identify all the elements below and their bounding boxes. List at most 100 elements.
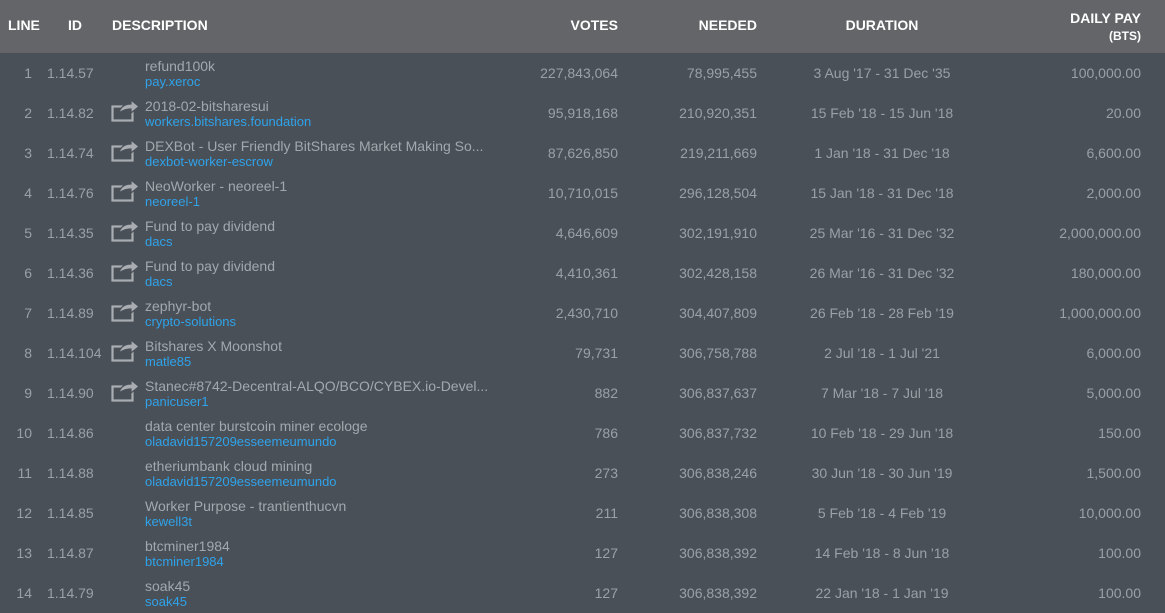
share-icon[interactable] [111, 298, 141, 322]
table-row[interactable]: 9 1.14.90 Stanec#8742-Decentral-ALQO/BCO… [0, 373, 1165, 413]
share-icon[interactable] [111, 378, 141, 402]
row-worker-id: 1.14.79 [47, 585, 94, 601]
row-worker-account-link[interactable]: workers.bitshares.foundation [145, 114, 311, 129]
row-daily-pay: 5,000.00 [1086, 385, 1142, 401]
share-icon[interactable] [111, 258, 141, 282]
row-worker-id: 1.14.86 [47, 425, 94, 441]
row-line-number: 5 [24, 225, 32, 241]
table-row[interactable]: 2 1.14.82 2018-02-bitsharesui workers.bi… [0, 93, 1165, 133]
row-votes: 10,710,015 [547, 185, 618, 201]
row-needed: 306,838,392 [679, 545, 757, 561]
row-worker-account-link[interactable]: dacs [145, 234, 172, 249]
row-duration: 15 Jan '18 - 31 Dec '18 [810, 185, 954, 201]
row-worker-name: data center burstcoin miner ecologe [145, 418, 368, 434]
row-needed: 306,838,246 [679, 465, 757, 481]
header-duration[interactable]: DURATION [782, 17, 982, 33]
row-line-number: 2 [24, 105, 32, 121]
row-worker-id: 1.14.88 [47, 465, 94, 481]
row-worker-account-link[interactable]: kewell3t [145, 514, 192, 529]
table-row[interactable]: 8 1.14.104 Bitshares X Moonshot matle85 … [0, 333, 1165, 373]
row-duration: 10 Feb '18 - 29 Jun '18 [810, 425, 954, 441]
row-votes: 79,731 [575, 345, 618, 361]
row-worker-account-link[interactable]: oladavid157209esseemeumundo [145, 474, 337, 489]
header-description[interactable]: DESCRIPTION [112, 17, 208, 33]
row-worker-account-link[interactable]: panicuser1 [145, 394, 209, 409]
table-row[interactable]: 13 1.14.87 btcminer1984 btcminer1984 127… [0, 533, 1165, 573]
row-duration: 25 Mar '16 - 31 Dec '32 [809, 225, 955, 241]
header-daily-pay[interactable]: DAILY PAY (BTS) [1070, 9, 1141, 45]
table-header: LINE ID DESCRIPTION VOTES NEEDED DURATIO… [0, 0, 1165, 53]
row-duration: 2 Jul '18 - 1 Jul '21 [824, 345, 940, 361]
row-votes: 95,918,168 [547, 105, 618, 121]
row-needed: 78,995,455 [686, 65, 757, 81]
row-worker-name: 2018-02-bitsharesui [145, 98, 269, 114]
table-row[interactable]: 4 1.14.76 NeoWorker - neoreel-1 neoreel-… [0, 173, 1165, 213]
table-row[interactable]: 3 1.14.74 DEXBot - User Friendly BitShar… [0, 133, 1165, 173]
table-row[interactable]: 7 1.14.89 zephyr-bot crypto-solutions 2,… [0, 293, 1165, 333]
row-worker-account-link[interactable]: btcminer1984 [145, 554, 224, 569]
row-worker-account-link[interactable]: matle85 [145, 354, 191, 369]
row-worker-account-link[interactable]: pay.xeroc [145, 74, 200, 89]
share-icon[interactable] [111, 178, 141, 202]
header-needed[interactable]: NEEDED [699, 17, 757, 33]
row-worker-account-link[interactable]: dexbot-worker-escrow [145, 154, 273, 169]
row-daily-pay: 100,000.00 [1070, 65, 1141, 81]
row-worker-account-link[interactable]: neoreel-1 [145, 194, 200, 209]
row-worker-account-link[interactable]: oladavid157209esseemeumundo [145, 434, 337, 449]
row-duration: 1 Jan '18 - 31 Dec '18 [814, 145, 950, 161]
table-row[interactable]: 14 1.14.79 soak45 soak45 127 306,838,392… [0, 573, 1165, 613]
row-needed: 306,758,788 [679, 345, 757, 361]
row-daily-pay: 20.00 [1105, 105, 1141, 121]
row-worker-name: refund100k [145, 58, 216, 74]
header-id[interactable]: ID [68, 17, 82, 33]
row-votes: 127 [594, 585, 618, 601]
row-daily-pay: 1,500.00 [1086, 465, 1142, 481]
row-daily-pay: 2,000,000.00 [1059, 225, 1141, 241]
table-row[interactable]: 6 1.14.36 Fund to pay dividend dacs 4,41… [0, 253, 1165, 293]
row-worker-account-link[interactable]: crypto-solutions [145, 314, 236, 329]
table-row[interactable]: 10 1.14.86 data center burstcoin miner e… [0, 413, 1165, 453]
table-row[interactable]: 12 1.14.85 Worker Purpose - trantienthuc… [0, 493, 1165, 533]
row-worker-account-link[interactable]: dacs [145, 274, 172, 289]
row-worker-name: Fund to pay dividend [145, 218, 275, 234]
row-worker-id: 1.14.89 [47, 305, 94, 321]
row-duration: 3 Aug '17 - 31 Dec '35 [813, 65, 951, 81]
row-line-number: 6 [24, 265, 32, 281]
row-line-number: 3 [24, 145, 32, 161]
row-worker-name: NeoWorker - neoreel-1 [145, 178, 288, 194]
row-worker-account-link[interactable]: soak45 [145, 594, 187, 609]
row-line-number: 14 [16, 585, 32, 601]
row-needed: 306,838,308 [679, 505, 757, 521]
row-needed: 296,128,504 [679, 185, 757, 201]
row-votes: 786 [594, 425, 618, 441]
row-needed: 302,428,158 [679, 265, 757, 281]
row-worker-name: etheriumbank cloud mining [145, 458, 313, 474]
row-daily-pay: 6,000.00 [1086, 345, 1142, 361]
row-duration: 15 Feb '18 - 15 Jun '18 [810, 105, 954, 121]
row-votes: 273 [594, 465, 618, 481]
row-worker-id: 1.14.104 [47, 345, 102, 361]
row-worker-id: 1.14.82 [47, 105, 94, 121]
row-duration: 26 Mar '16 - 31 Dec '32 [809, 265, 955, 281]
row-worker-id: 1.14.90 [47, 385, 94, 401]
row-worker-name: zephyr-bot [145, 298, 212, 314]
row-needed: 219,211,669 [680, 145, 757, 161]
table-row[interactable]: 5 1.14.35 Fund to pay dividend dacs 4,64… [0, 213, 1165, 253]
share-icon[interactable] [111, 138, 141, 162]
share-icon[interactable] [111, 98, 141, 122]
row-worker-name: Bitshares X Moonshot [145, 338, 282, 354]
header-line[interactable]: LINE [8, 17, 40, 33]
table-row[interactable]: 11 1.14.88 etheriumbank cloud mining ola… [0, 453, 1165, 493]
row-line-number: 11 [17, 465, 32, 481]
header-votes[interactable]: VOTES [571, 17, 618, 33]
table-row[interactable]: 1 1.14.57 refund100k pay.xeroc 227,843,0… [0, 53, 1165, 93]
row-line-number: 12 [16, 505, 32, 521]
row-votes: 4,410,361 [555, 265, 618, 281]
share-icon[interactable] [111, 338, 141, 362]
row-daily-pay: 100.00 [1098, 585, 1141, 601]
row-votes: 2,430,710 [555, 305, 618, 321]
row-needed: 304,407,809 [679, 305, 757, 321]
row-needed: 210,920,351 [679, 105, 757, 121]
row-worker-name: DEXBot - User Friendly BitShares Market … [145, 138, 484, 154]
share-icon[interactable] [111, 218, 141, 242]
